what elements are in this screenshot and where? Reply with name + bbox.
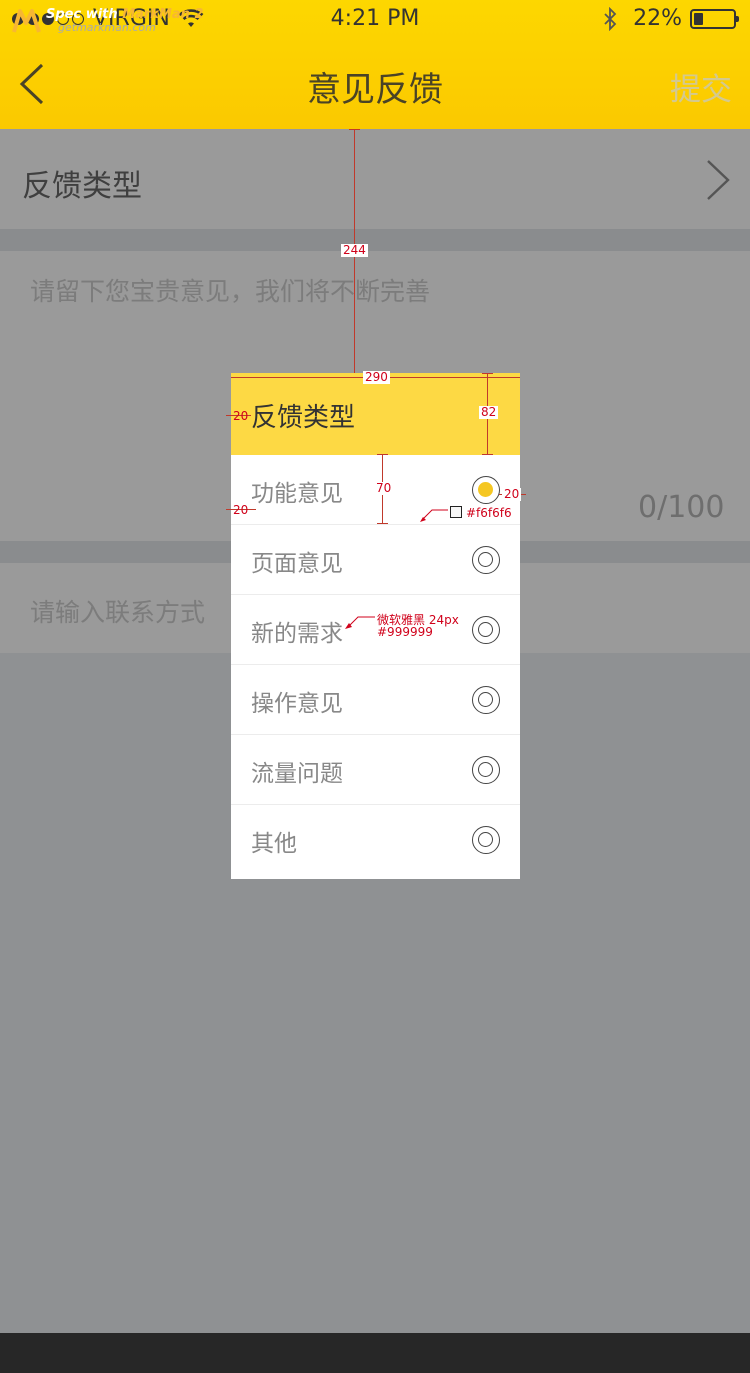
measure-tick [377,454,388,455]
submit-button[interactable]: 提交 [670,64,732,109]
measure-tick [482,373,493,374]
footer-url: getmarkman.com [58,21,156,34]
measure-label: 20 [502,487,522,501]
measure-label: 82 [479,405,499,419]
footer-brand-name: MarkMan 2 [122,7,204,22]
measure-tick [349,129,360,130]
radio-icon[interactable] [472,756,500,784]
option-item[interactable]: 操作意见 [231,665,520,735]
option-item[interactable]: 流量问题 [231,735,520,805]
page-title: 意见反馈 [307,70,443,110]
measure-tick [482,454,493,455]
pointer-arrow-icon [420,509,448,522]
option-label: 其他 [251,831,297,857]
radio-icon[interactable] [472,616,500,644]
color-note: #999999 [377,625,433,639]
battery-icon [690,8,739,29]
option-item[interactable]: 其他 [231,805,520,875]
footer-brand: Spec with MarkMan 2 [46,7,204,22]
chevron-right-icon [707,160,730,200]
radio-selected-icon[interactable] [472,476,500,504]
battery-percent: 22% [633,6,682,31]
measure-label: 244 [341,243,368,257]
measure-label: 20 [233,409,249,423]
bluetooth-icon [604,6,617,31]
footer-brand-prefix: Spec with [46,7,123,22]
option-label: 新的需求 [251,621,343,647]
section-divider [0,229,750,251]
popup-title: 反馈类型 [251,403,356,433]
color-swatch [450,506,462,518]
contact-placeholder: 请输入联系方式 [30,598,206,627]
character-counter: 0/100 [638,490,725,525]
feedback-placeholder: 请留下您宝贵意见，我们将不断完善 [30,277,431,306]
pointer-arrow-icon [345,616,375,629]
measure-tick [377,523,388,524]
popup-header: 反馈类型 [231,373,520,455]
markman-logo-icon [12,9,41,33]
option-item[interactable]: 页面意见 [231,525,520,595]
radio-icon[interactable] [472,826,500,854]
radio-icon[interactable] [472,686,500,714]
option-label: 操作意见 [251,691,343,717]
feedback-type-label: 反馈类型 [22,169,142,204]
option-item[interactable]: 新的需求 [231,595,520,665]
option-label: 功能意见 [251,481,343,507]
color-note: #f6f6f6 [466,506,512,520]
option-label: 流量问题 [251,761,343,787]
measure-label: 20 [233,503,249,517]
markman-footer [0,1333,750,1373]
option-label: 页面意见 [251,551,343,577]
measure-label: 70 [374,481,394,495]
radio-icon[interactable] [472,546,500,574]
measure-label: 290 [363,370,390,384]
status-right: 22% [603,6,739,31]
